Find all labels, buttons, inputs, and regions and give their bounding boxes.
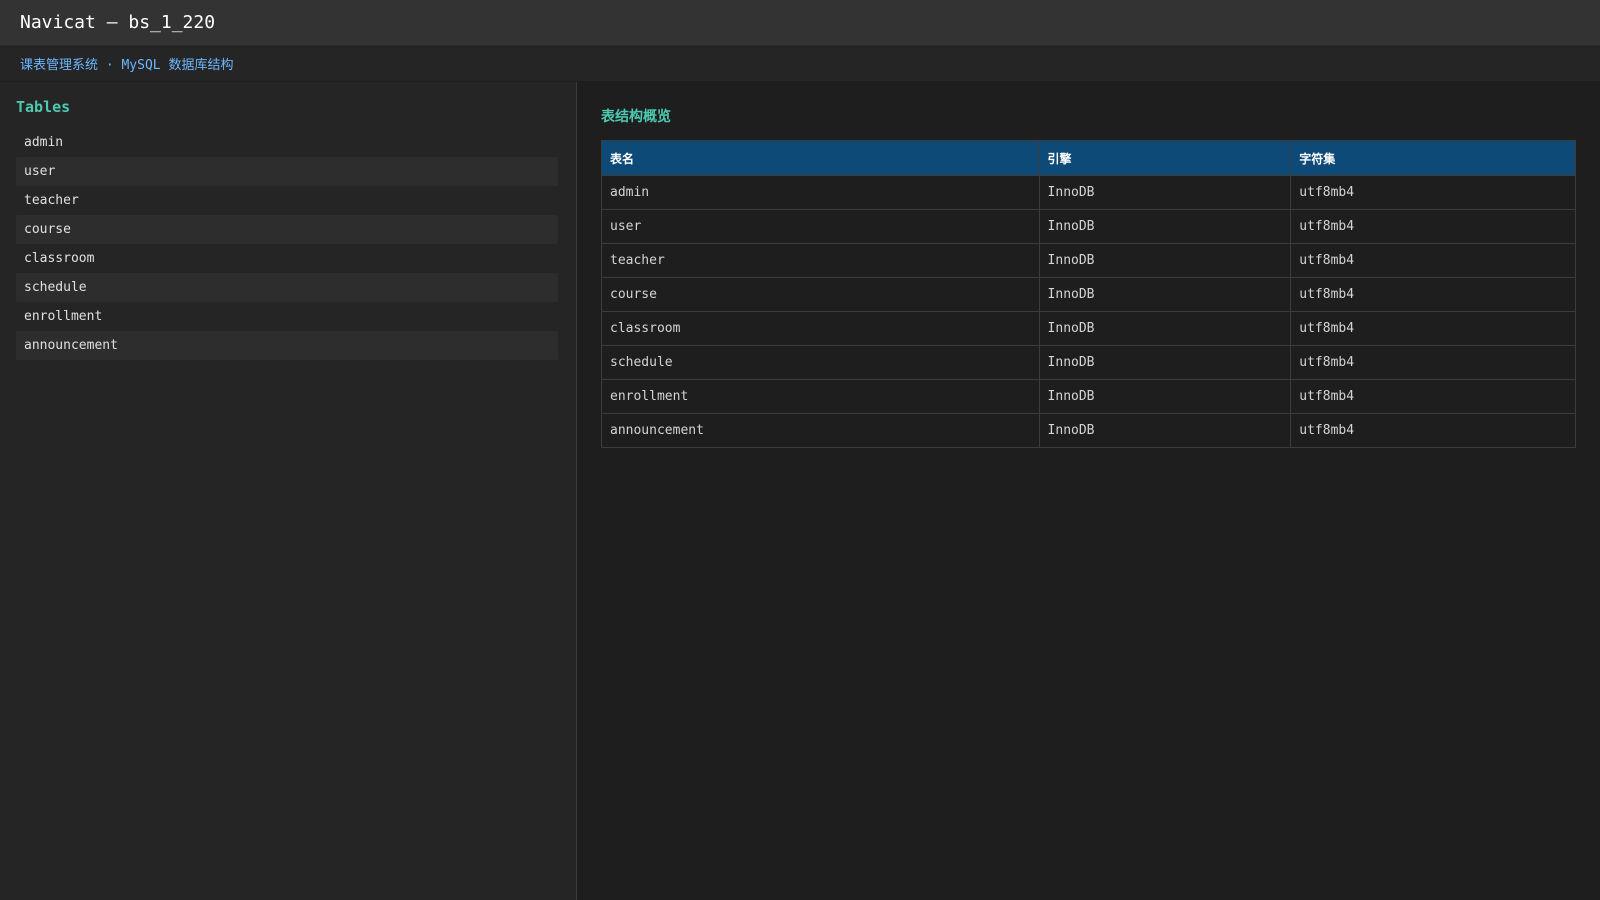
sidebar-item-user[interactable]: user [16, 157, 558, 186]
cell-charset: utf8mb4 [1290, 277, 1576, 312]
cell-charset: utf8mb4 [1290, 243, 1576, 278]
sidebar-item-teacher[interactable]: teacher [16, 186, 558, 215]
content-panel: 表结构概览 表名 引擎 字符集 admin InnoDB utf8mb4 use… [577, 82, 1600, 900]
cell-charset: utf8mb4 [1290, 209, 1576, 244]
table-row[interactable]: admin InnoDB utf8mb4 [601, 175, 1576, 210]
table-row[interactable]: announcement InnoDB utf8mb4 [601, 413, 1576, 448]
table-header-row: 表名 引擎 字符集 [601, 140, 1576, 176]
breadcrumb: 课表管理系统 · MySQL 数据库结构 [0, 46, 1600, 82]
sidebar-item-classroom[interactable]: classroom [16, 244, 558, 273]
cell-table-name: classroom [601, 311, 1040, 346]
cell-table-name: course [601, 277, 1040, 312]
cell-table-name: announcement [601, 413, 1040, 448]
cell-engine: InnoDB [1038, 345, 1292, 380]
table-row[interactable]: classroom InnoDB utf8mb4 [601, 311, 1576, 346]
sidebar-item-enrollment[interactable]: enrollment [16, 302, 558, 331]
cell-engine: InnoDB [1038, 175, 1292, 210]
sidebar: Tables admin user teacher course classro… [0, 82, 577, 900]
table-row[interactable]: schedule InnoDB utf8mb4 [601, 345, 1576, 380]
cell-charset: utf8mb4 [1290, 345, 1576, 380]
cell-charset: utf8mb4 [1290, 379, 1576, 414]
cell-charset: utf8mb4 [1290, 175, 1576, 210]
table-row[interactable]: user InnoDB utf8mb4 [601, 209, 1576, 244]
main-area: Tables admin user teacher course classro… [0, 82, 1600, 900]
window-title: Navicat — bs_1_220 [20, 12, 216, 33]
sidebar-item-schedule[interactable]: schedule [16, 273, 558, 302]
overview-title: 表结构概览 [601, 109, 671, 125]
overview-table: 表名 引擎 字符集 admin InnoDB utf8mb4 user Inno… [601, 140, 1576, 448]
cell-table-name: schedule [601, 345, 1040, 380]
column-header-charset[interactable]: 字符集 [1290, 140, 1576, 176]
cell-engine: InnoDB [1038, 311, 1292, 346]
cell-engine: InnoDB [1038, 243, 1292, 278]
cell-engine: InnoDB [1038, 209, 1292, 244]
sidebar-item-course[interactable]: course [16, 215, 558, 244]
table-list: admin user teacher course classroom sche… [16, 128, 558, 360]
cell-engine: InnoDB [1038, 413, 1292, 448]
sidebar-item-admin[interactable]: admin [16, 128, 558, 157]
sidebar-title: Tables [16, 98, 71, 116]
breadcrumb-text: 课表管理系统 · MySQL 数据库结构 [20, 58, 234, 73]
sidebar-item-announcement[interactable]: announcement [16, 331, 558, 360]
cell-charset: utf8mb4 [1290, 413, 1576, 448]
cell-engine: InnoDB [1038, 277, 1292, 312]
cell-table-name: admin [601, 175, 1040, 210]
column-header-name[interactable]: 表名 [601, 140, 1040, 176]
column-header-engine[interactable]: 引擎 [1038, 140, 1292, 176]
cell-table-name: user [601, 209, 1040, 244]
cell-engine: InnoDB [1038, 379, 1292, 414]
window-titlebar: Navicat — bs_1_220 [0, 0, 1600, 46]
cell-table-name: enrollment [601, 379, 1040, 414]
table-row[interactable]: course InnoDB utf8mb4 [601, 277, 1576, 312]
table-row[interactable]: teacher InnoDB utf8mb4 [601, 243, 1576, 278]
table-row[interactable]: enrollment InnoDB utf8mb4 [601, 379, 1576, 414]
cell-table-name: teacher [601, 243, 1040, 278]
cell-charset: utf8mb4 [1290, 311, 1576, 346]
